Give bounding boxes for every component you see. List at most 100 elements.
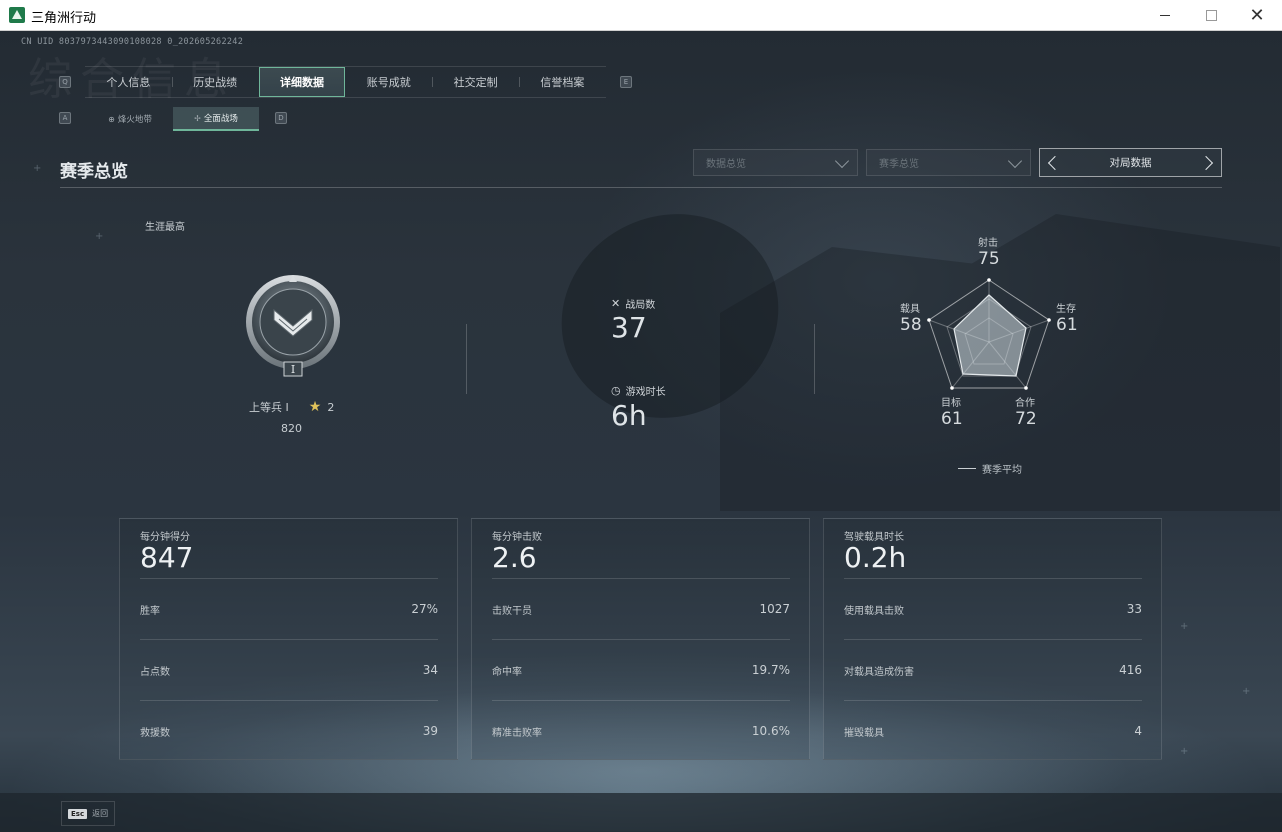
subtab-warfare[interactable]: ✢ 全面战场 <box>173 107 259 131</box>
card-row: 占点数 34 <box>140 639 438 700</box>
radar-label-objective: 目标 <box>941 398 961 409</box>
radar-label-survival: 生存 <box>1056 304 1076 315</box>
score-card: 每分钟得分 847 胜率 27% 占点数 34 救援数 39 <box>119 518 458 760</box>
tab-detailed-data[interactable]: 详细数据 <box>258 67 346 97</box>
radar-legend: 赛季平均 <box>958 461 1022 476</box>
app-logo-icon <box>9 7 25 23</box>
close-button[interactable]: ✕ <box>1245 4 1269 26</box>
tab-history[interactable]: 历史战绩 <box>171 67 259 97</box>
card-row-value: 33 <box>1126 602 1142 616</box>
radar-label-shooting: 射击 <box>978 238 998 249</box>
match-data-stepper: 对局数据 <box>1039 148 1222 177</box>
operations-icon: ⊕ <box>108 114 115 124</box>
card-head-value: 847 <box>140 541 194 574</box>
card-row: 胜率 27% <box>140 578 438 639</box>
matches-value: 37 <box>611 311 647 344</box>
card-row-label: 救援数 <box>140 727 170 739</box>
back-button[interactable]: Esc 返回 <box>61 801 115 826</box>
mode-subtabs: ⊕ 烽火地带 ✢ 全面战场 <box>87 107 259 131</box>
radar-value-vehicle: 58 <box>900 315 922 335</box>
card-head-value: 0.2h <box>844 541 907 574</box>
divider <box>466 324 467 394</box>
rank-stars: 2 <box>327 400 335 414</box>
chevron-down-icon <box>834 153 850 169</box>
subtab-warfare-label: 全面战场 <box>203 114 238 124</box>
subtab-next-key[interactable]: D <box>275 112 287 124</box>
card-row: 使用载具击败 33 <box>844 578 1142 639</box>
bottom-bar <box>0 793 1282 832</box>
crosshair-decoration: + <box>1242 686 1251 697</box>
card-row: 命中率 19.7% <box>492 639 790 700</box>
card-row-value: 27% <box>411 602 438 616</box>
tab-social[interactable]: 社交定制 <box>432 67 519 97</box>
card-row-value: 416 <box>1119 663 1142 677</box>
main-scene: 综合信息 CN UID 8037973443090108028 0_202605… <box>0 31 1282 832</box>
rank-name: 上等兵 I <box>249 401 289 414</box>
crosshair-decoration: + <box>95 231 104 242</box>
esc-key-hint: Esc <box>68 808 88 819</box>
playtime-value: 6h <box>611 399 647 432</box>
minimize-button[interactable] <box>1153 4 1177 26</box>
playtime-label-group: ◷ 游戏时长 <box>611 383 666 398</box>
career-best-label: 生涯最高 <box>145 222 185 233</box>
card-row-value: 19.7% <box>751 663 790 677</box>
badge-numeral: I <box>291 363 295 376</box>
data-type-dropdown-value: 数据总览 <box>706 159 746 170</box>
matches-label-group: ✕ 战局数 <box>611 296 655 311</box>
chevron-right-icon[interactable] <box>1198 155 1214 171</box>
maximize-button[interactable] <box>1199 4 1223 26</box>
rank-badge-icon: I <box>246 275 340 377</box>
card-row-label: 占点数 <box>140 666 170 678</box>
season-dropdown[interactable]: 赛季总览 <box>866 149 1031 176</box>
tab-prev-key[interactable]: Q <box>59 76 71 88</box>
chevron-down-icon <box>1007 153 1023 169</box>
card-row-label: 击败干员 <box>492 605 532 617</box>
divider <box>814 324 815 394</box>
rank-score: 820 <box>281 422 302 435</box>
radar-value-objective: 61 <box>941 409 963 429</box>
back-label: 返回 <box>92 809 109 818</box>
matches-label: 战局数 <box>625 300 656 311</box>
radar-label-teamwork: 合作 <box>1015 398 1035 409</box>
card-row-label: 胜率 <box>140 605 160 617</box>
radar-season-polygon <box>953 294 1027 377</box>
card-row-value: 39 <box>422 724 438 738</box>
main-tabs: 个人信息 历史战绩 详细数据 账号成就 社交定制 信誉档案 <box>85 66 606 98</box>
subtab-operations-label: 烽火地带 <box>117 115 152 125</box>
window-titlebar: 三角洲行动 ✕ <box>0 0 1282 31</box>
radar-value-teamwork: 72 <box>1015 409 1037 429</box>
card-row-value: 34 <box>422 663 438 677</box>
tab-next-key[interactable]: E <box>620 76 632 88</box>
rank-info: 上等兵 I ★ 2 <box>249 399 334 415</box>
kill-card: 每分钟击败 2.6 击败干员 1027 命中率 19.7% 精准击败率 10.6… <box>471 518 810 760</box>
card-row-value: 1027 <box>759 602 790 616</box>
crosshair-decoration: + <box>33 163 42 174</box>
crosshair-decoration: + <box>1180 746 1189 757</box>
tab-achievements[interactable]: 账号成就 <box>345 67 432 97</box>
card-row-label: 对载具造成伤害 <box>844 666 914 678</box>
subtab-prev-key[interactable]: A <box>59 112 71 124</box>
tab-reputation[interactable]: 信誉档案 <box>518 67 606 97</box>
card-row-label: 使用载具击败 <box>844 605 904 617</box>
radar-value-shooting: 75 <box>978 249 1000 269</box>
playtime-label: 游戏时长 <box>625 387 666 398</box>
crosshair-decoration: + <box>1180 621 1189 632</box>
subtab-operations[interactable]: ⊕ 烽火地带 <box>87 107 173 131</box>
card-row: 救援数 39 <box>140 700 438 761</box>
radar-chart <box>927 278 1051 390</box>
section-divider <box>60 187 1222 188</box>
crossed-swords-icon: ✕ <box>611 297 621 310</box>
card-row-label: 精准击败率 <box>492 727 542 739</box>
star-icon: ★ <box>308 399 322 415</box>
card-head-value: 2.6 <box>492 541 537 574</box>
card-row: 精准击败率 10.6% <box>492 700 790 761</box>
tab-personal-info[interactable]: 个人信息 <box>85 67 172 97</box>
page-title: 赛季总览 <box>60 162 128 182</box>
player-uid: CN UID 8037973443090108028 0_20260526224… <box>21 37 244 47</box>
data-type-dropdown[interactable]: 数据总览 <box>693 149 858 176</box>
card-row: 击败干员 1027 <box>492 578 790 639</box>
chevron-left-icon[interactable] <box>1047 155 1063 171</box>
radar-legend-label: 赛季平均 <box>982 465 1022 476</box>
radar-label-vehicle: 载具 <box>900 304 920 315</box>
season-dropdown-value: 赛季总览 <box>879 159 919 170</box>
